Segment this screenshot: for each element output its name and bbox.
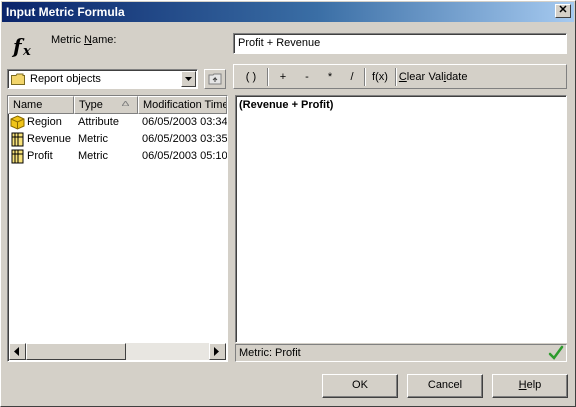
function-fx-icon: f x <box>11 34 31 59</box>
close-button[interactable]: ✕ <box>555 4 571 18</box>
status-bar: Metric: Profit <box>235 344 567 362</box>
help-button-accel: H <box>518 379 527 391</box>
up-one-level-button[interactable] <box>204 69 226 89</box>
minus-button[interactable]: - <box>300 70 314 84</box>
validate-button[interactable]: Validate <box>428 70 468 84</box>
list-item[interactable]: Revenue Metric 06/05/2003 03:35 <box>8 132 227 148</box>
item-modified: 06/05/2003 03:35 <box>142 133 227 145</box>
title-bar[interactable]: Input Metric Formula ✕ <box>2 2 574 22</box>
formula-editor[interactable]: (Revenue + Profit) <box>235 95 567 343</box>
column-header-type-label: Type <box>79 99 103 111</box>
item-name: Region <box>27 116 62 128</box>
scroll-thumb[interactable] <box>26 343 126 360</box>
check-icon <box>548 345 564 360</box>
chevron-down-icon <box>185 77 192 81</box>
object-source-dropdown[interactable]: Report objects <box>7 69 198 89</box>
metric-name-label-pre: Metric <box>51 34 84 46</box>
column-header-type[interactable]: Type <box>74 96 138 114</box>
item-type: Metric <box>78 133 108 145</box>
parentheses-button[interactable]: ( ) <box>240 70 262 84</box>
dropdown-arrow-button[interactable] <box>181 71 196 87</box>
dialog-title: Input Metric Formula <box>6 5 125 19</box>
close-icon: ✕ <box>558 4 568 16</box>
arrow-right-icon <box>214 347 219 356</box>
toolbar-separator <box>364 68 366 86</box>
clear-button-accel: C <box>398 71 407 83</box>
divide-button[interactable]: / <box>345 70 359 84</box>
validate-button-post: date <box>446 71 468 83</box>
scroll-left-button[interactable] <box>9 343 26 360</box>
toolbar-separator <box>267 68 269 86</box>
sort-ascending-icon <box>122 101 129 106</box>
arrow-left-icon <box>14 347 19 356</box>
column-header-modification-time[interactable]: Modification Time <box>138 96 227 114</box>
list-item[interactable]: Profit Metric 06/05/2003 05:10 <box>8 149 227 165</box>
multiply-button[interactable]: * <box>323 70 337 84</box>
clear-button[interactable]: Clear <box>398 70 426 84</box>
status-text: Metric: Profit <box>239 347 301 359</box>
help-button-label: elp <box>526 379 542 391</box>
help-button[interactable]: Help <box>492 374 568 398</box>
formula-text: (Revenue + Profit) <box>239 99 334 111</box>
input-metric-formula-dialog: Input Metric Formula ✕ f x Metric Name: … <box>0 0 576 407</box>
metric-icon <box>11 132 24 147</box>
object-source-value: Report objects <box>30 73 101 85</box>
list-header: Name Type Modification Time <box>8 96 227 114</box>
list-item[interactable]: Region Attribute 06/05/2003 03:34 <box>8 115 227 131</box>
cancel-button[interactable]: Cancel <box>407 374 483 398</box>
scroll-right-button[interactable] <box>209 343 226 360</box>
attribute-icon <box>10 115 25 130</box>
metric-name-input[interactable]: Profit + Revenue <box>233 33 567 54</box>
folder-icon <box>11 73 25 85</box>
function-button[interactable]: f(x) <box>368 70 392 84</box>
item-modified: 06/05/2003 03:34 <box>142 116 227 128</box>
column-header-name[interactable]: Name <box>8 96 74 114</box>
clear-button-label: lear <box>406 71 426 83</box>
formula-toolbar: ( ) + - * / f(x) Clear Validate <box>233 64 567 89</box>
svg-text:x: x <box>22 44 31 59</box>
item-type: Metric <box>78 150 108 162</box>
object-list[interactable]: Name Type Modification Time Region Attri… <box>7 95 228 362</box>
item-name: Revenue <box>27 133 72 145</box>
item-modified: 06/05/2003 05:10 <box>142 150 227 162</box>
horizontal-scrollbar[interactable] <box>9 343 226 360</box>
plus-button[interactable]: + <box>276 70 290 84</box>
ok-button[interactable]: OK <box>322 374 398 398</box>
validate-button-pre: Val <box>428 71 444 83</box>
item-name: Profit <box>27 150 53 162</box>
item-type: Attribute <box>78 116 119 128</box>
up-folder-icon <box>208 73 222 85</box>
metric-icon <box>11 149 24 164</box>
metric-name-label-accel: N <box>84 34 92 46</box>
metric-name-label: Metric Name: <box>51 34 116 46</box>
metric-name-label-post: ame: <box>91 34 117 46</box>
toolbar-separator <box>395 68 397 86</box>
